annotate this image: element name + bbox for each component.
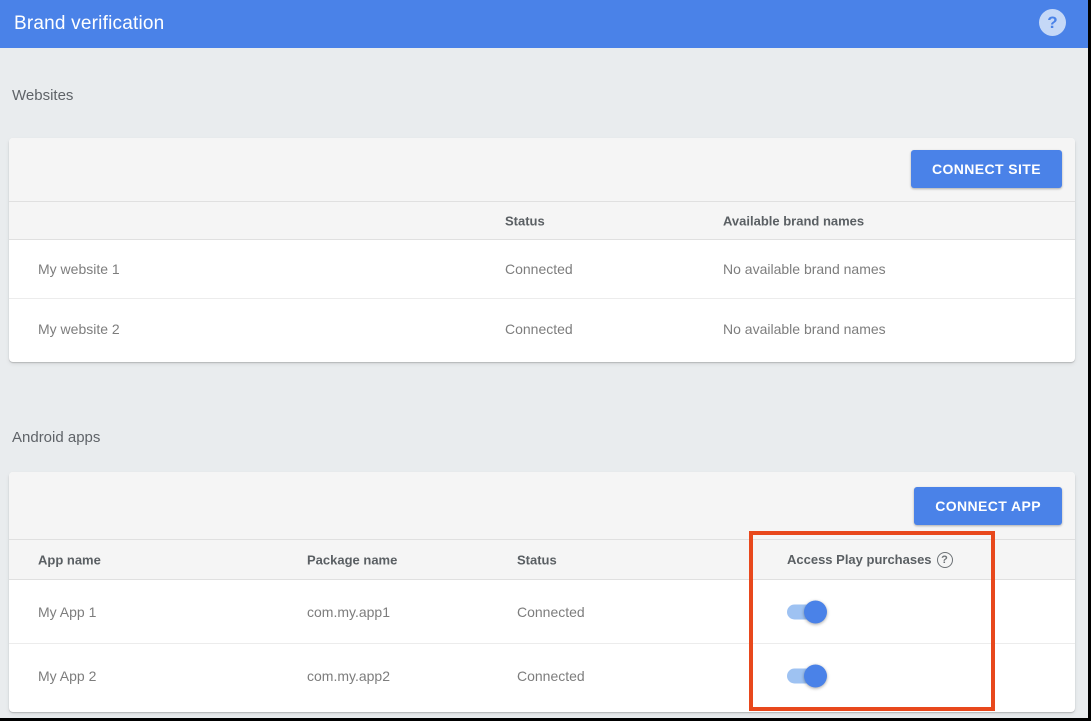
- android-apps-section-label: Android apps: [12, 429, 100, 446]
- websites-table-header: Status Available brand names: [9, 202, 1075, 240]
- app-status: Connected: [517, 668, 585, 684]
- column-header-access-play-purchases: Access Play purchases ?: [787, 552, 953, 568]
- package-name: com.my.app2: [307, 668, 390, 684]
- app-name: My App 2: [38, 668, 96, 684]
- website-name: My website 1: [38, 261, 120, 277]
- access-help-icon[interactable]: ?: [937, 552, 953, 568]
- access-play-purchases-toggle[interactable]: [787, 604, 822, 619]
- column-header-package-name: Package name: [307, 552, 397, 567]
- websites-card: CONNECT SITE Status Available brand name…: [9, 138, 1075, 362]
- table-row[interactable]: My website 1 Connected No available bran…: [9, 240, 1075, 299]
- toggle-knob: [804, 665, 827, 688]
- column-header-app-name: App name: [38, 552, 101, 567]
- table-row[interactable]: My website 2 Connected No available bran…: [9, 299, 1075, 358]
- websites-section-label: Websites: [12, 87, 73, 104]
- connect-site-button[interactable]: CONNECT SITE: [911, 150, 1062, 188]
- website-name: My website 2: [38, 321, 120, 337]
- android-toolbar: CONNECT APP: [9, 472, 1075, 540]
- column-header-status: Status: [505, 213, 545, 228]
- help-icon[interactable]: ?: [1039, 9, 1066, 36]
- access-play-purchases-toggle[interactable]: [787, 669, 822, 684]
- help-glyph: ?: [1047, 14, 1057, 31]
- toggle-knob: [804, 600, 827, 623]
- website-status: Connected: [505, 261, 573, 277]
- app-name: My App 1: [38, 604, 96, 620]
- connect-app-button[interactable]: CONNECT APP: [914, 487, 1062, 525]
- android-table-header: App name Package name Status Access Play…: [9, 540, 1075, 580]
- website-brands: No available brand names: [723, 261, 886, 277]
- column-header-available-brand-names: Available brand names: [723, 213, 864, 228]
- table-row[interactable]: My App 1 com.my.app1 Connected: [9, 580, 1075, 644]
- access-help-glyph: ?: [941, 554, 948, 566]
- websites-toolbar: CONNECT SITE: [9, 138, 1075, 202]
- page: Brand verification ? Websites CONNECT SI…: [0, 0, 1088, 718]
- website-brands: No available brand names: [723, 321, 886, 337]
- page-title: Brand verification: [14, 13, 164, 35]
- website-status: Connected: [505, 321, 573, 337]
- app-header: Brand verification ?: [0, 0, 1088, 48]
- package-name: com.my.app1: [307, 604, 390, 620]
- table-row[interactable]: My App 2 com.my.app2 Connected: [9, 644, 1075, 708]
- android-apps-card: CONNECT APP App name Package name Status…: [9, 472, 1075, 712]
- access-play-purchases-label: Access Play purchases: [787, 552, 932, 567]
- column-header-status: Status: [517, 552, 557, 567]
- app-status: Connected: [517, 604, 585, 620]
